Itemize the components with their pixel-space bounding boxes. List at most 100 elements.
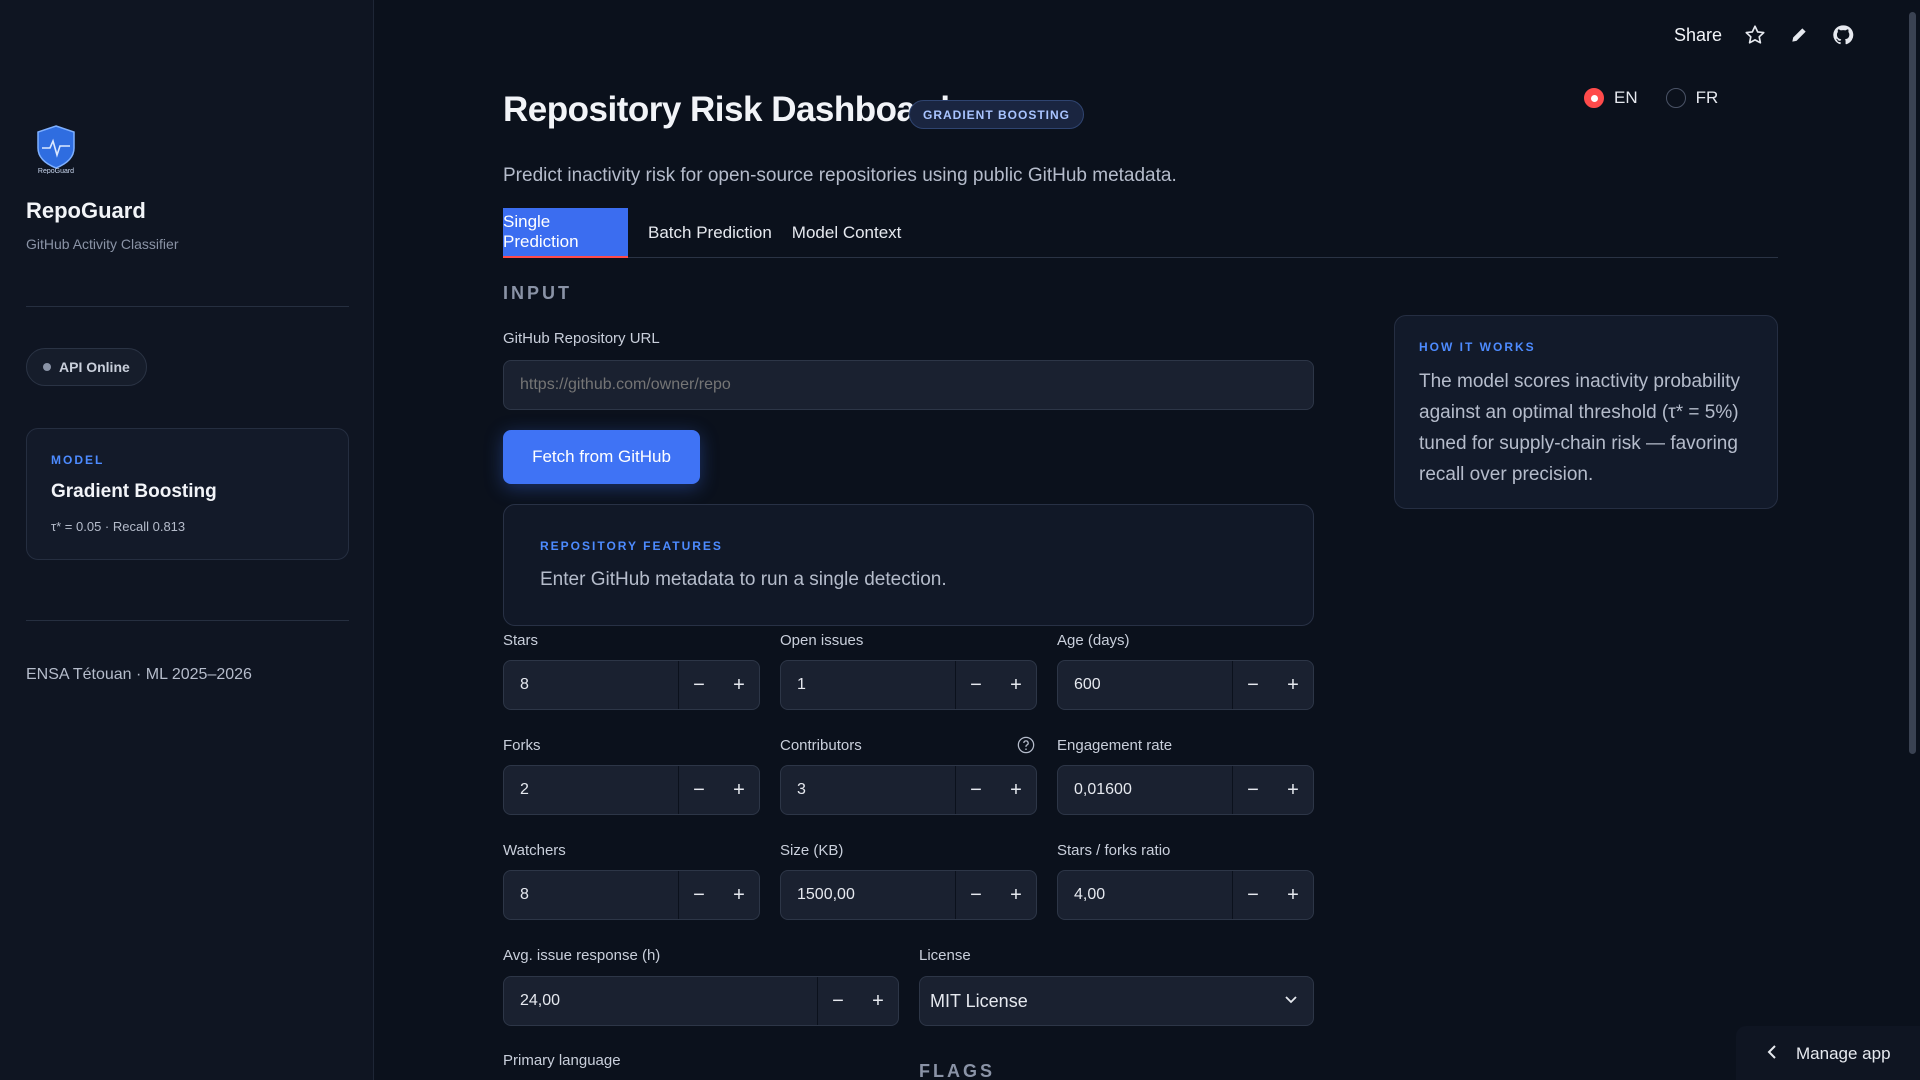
lang-label-fr: FR (1695, 88, 1719, 107)
page-title: Repository Risk Dashboard (503, 90, 950, 129)
how-it-works-eyebrow: HOW IT WORKS (1419, 340, 1536, 354)
repository-features-card: REPOSITORY FEATURES Enter GitHub metadat… (503, 504, 1314, 626)
features-eyebrow: REPOSITORY FEATURES (540, 539, 723, 553)
share-button[interactable]: Share (1674, 25, 1722, 46)
stars-forks-ratio-label: Stars / forks ratio (1057, 842, 1171, 859)
forks-input[interactable]: 2 (504, 766, 679, 814)
stars-forks-ratio-decrement-button[interactable]: − (1233, 871, 1273, 919)
open-issues-label: Open issues (780, 632, 864, 649)
contributors-input[interactable]: 3 (781, 766, 956, 814)
radio-unselected-icon[interactable] (1665, 88, 1686, 108)
status-dot-icon (43, 363, 51, 371)
size-decrement-button[interactable]: − (956, 871, 996, 919)
forks-increment-button[interactable]: + (719, 766, 759, 814)
fetch-from-github-button[interactable]: Fetch from GitHub (503, 430, 700, 484)
sidebar-divider (26, 306, 349, 307)
pencil-icon[interactable] (1788, 24, 1810, 46)
age-stepper: 600 − + (1057, 660, 1314, 710)
tab-batch-prediction[interactable]: Batch Prediction (648, 208, 772, 258)
contributors-label: Contributors (780, 737, 862, 754)
page-subtitle: Predict inactivity risk for open-source … (503, 165, 1177, 186)
forks-decrement-button[interactable]: − (679, 766, 719, 814)
stars-stepper: 8 − + (503, 660, 760, 710)
issue-response-decrement-button[interactable]: − (818, 977, 858, 1025)
lang-label-en: EN (1614, 88, 1638, 107)
page-scrollbar[interactable] (1909, 12, 1916, 754)
brand-title: RepoGuard (26, 198, 146, 223)
age-decrement-button[interactable]: − (1233, 661, 1273, 709)
stars-increment-button[interactable]: + (719, 661, 759, 709)
forks-label: Forks (503, 737, 541, 754)
open-issues-increment-button[interactable]: + (996, 661, 1036, 709)
engagement-stepper: 0,01600 − + (1057, 765, 1314, 815)
sidebar-divider (26, 620, 349, 621)
lang-option-en[interactable]: EN (1584, 88, 1638, 108)
issue-response-label: Avg. issue response (h) (503, 947, 661, 964)
features-text: Enter GitHub metadata to run a single de… (540, 569, 947, 590)
star-icon[interactable] (1744, 24, 1766, 46)
model-metrics: τ* = 0.05 · Recall 0.813 (51, 519, 186, 534)
watchers-decrement-button[interactable]: − (679, 871, 719, 919)
open-issues-stepper: 1 − + (780, 660, 1037, 710)
watchers-increment-button[interactable]: + (719, 871, 759, 919)
watchers-input[interactable]: 8 (504, 871, 679, 919)
stars-forks-ratio-stepper: 4,00 − + (1057, 870, 1314, 920)
stars-forks-ratio-input[interactable]: 4,00 (1058, 871, 1233, 919)
lang-option-fr[interactable]: FR (1665, 88, 1719, 108)
manage-app-button[interactable]: Manage app (1736, 1026, 1920, 1080)
api-status-badge: API Online (26, 348, 147, 386)
engagement-decrement-button[interactable]: − (1233, 766, 1273, 814)
manage-app-label: Manage app (1796, 1044, 1891, 1063)
how-it-works-card: HOW IT WORKS The model scores inactivity… (1394, 315, 1778, 509)
size-label: Size (KB) (780, 842, 844, 859)
chevron-left-icon (1766, 1044, 1778, 1065)
url-label: GitHub Repository URL (503, 330, 660, 347)
forks-stepper: 2 − + (503, 765, 760, 815)
top-toolbar: Share (1674, 24, 1854, 46)
age-increment-button[interactable]: + (1273, 661, 1313, 709)
engagement-input[interactable]: 0,01600 (1058, 766, 1233, 814)
radio-selected-icon[interactable] (1584, 88, 1604, 108)
brand-subtitle: GitHub Activity Classifier (26, 236, 179, 252)
issue-response-stepper: 24,00 − + (503, 976, 899, 1026)
tab-bar: Single Prediction Batch Prediction Model… (503, 208, 1778, 258)
license-label: License (919, 947, 971, 964)
stars-label: Stars (503, 632, 539, 649)
open-issues-decrement-button[interactable]: − (956, 661, 996, 709)
model-card: MODEL Gradient Boosting τ* = 0.05 · Reca… (26, 428, 349, 560)
model-name: Gradient Boosting (51, 481, 217, 502)
stars-input[interactable]: 8 (504, 661, 679, 709)
tab-model-context[interactable]: Model Context (792, 208, 902, 258)
input-section-label: INPUT (503, 283, 572, 303)
tab-single-prediction[interactable]: Single Prediction (503, 208, 628, 258)
engagement-increment-button[interactable]: + (1273, 766, 1313, 814)
issue-response-input[interactable]: 24,00 (504, 977, 818, 1025)
issue-response-increment-button[interactable]: + (858, 977, 898, 1025)
github-icon[interactable] (1832, 24, 1854, 46)
watchers-stepper: 8 − + (503, 870, 760, 920)
repoguard-logo: RepoGuard (32, 124, 80, 175)
sidebar: RepoGuard RepoGuard GitHub Activity Clas… (0, 0, 374, 1080)
contributors-decrement-button[interactable]: − (956, 766, 996, 814)
age-input[interactable]: 600 (1058, 661, 1233, 709)
stars-decrement-button[interactable]: − (679, 661, 719, 709)
model-badge: GRADIENT BOOSTING (909, 100, 1085, 129)
stars-forks-ratio-increment-button[interactable]: + (1273, 871, 1313, 919)
repo-url-input[interactable] (503, 360, 1314, 410)
license-select[interactable]: MIT License (919, 976, 1314, 1026)
help-circle-icon[interactable] (1017, 736, 1035, 754)
svg-text:RepoGuard: RepoGuard (38, 168, 74, 174)
language-radio-group: EN FR (1584, 88, 1718, 108)
engagement-label: Engagement rate (1057, 737, 1173, 754)
license-selected-value: MIT License (930, 990, 1028, 1011)
primary-language-label: Primary language (503, 1052, 621, 1069)
flags-section-label: FLAGS (919, 1061, 995, 1080)
size-input[interactable]: 1500,00 (781, 871, 956, 919)
age-label: Age (days) (1057, 632, 1130, 649)
size-increment-button[interactable]: + (996, 871, 1036, 919)
chevron-down-icon (1283, 991, 1299, 1012)
sidebar-footer: ENSA Tétouan · ML 2025–2026 (26, 666, 252, 683)
contributors-increment-button[interactable]: + (996, 766, 1036, 814)
open-issues-input[interactable]: 1 (781, 661, 956, 709)
size-stepper: 1500,00 − + (780, 870, 1037, 920)
